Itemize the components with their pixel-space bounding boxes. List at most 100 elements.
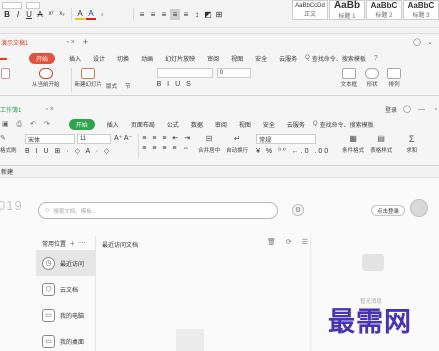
vertical-align-icons[interactable]: ≡ ≡ ≡ ⇤ ⇥ [142, 134, 192, 142]
et-search-command[interactable]: 查找命令、搜索模板 [320, 120, 374, 129]
et-search-icon[interactable]: Q [313, 121, 318, 127]
sidebar-item-label: 云文档 [60, 287, 79, 294]
more-icon[interactable]: ⋯ [79, 239, 86, 247]
align-justify-icon[interactable]: ≡ [170, 8, 180, 20]
ppt-tab-close-icon[interactable]: ▫ × [66, 39, 75, 46]
et-font-combo[interactable]: 宋体 [25, 134, 75, 144]
ppt-tab-security[interactable]: 安全 [249, 54, 273, 63]
ppt-tab-menu-icon[interactable]: ⌄ [427, 38, 433, 46]
style-heading-2[interactable]: AaBbC 标题 2 [366, 0, 402, 20]
shape-button[interactable]: 形状 [365, 68, 380, 88]
et-tab-review[interactable]: 审阅 [209, 120, 233, 129]
ppt-search-icon[interactable]: Q [305, 55, 310, 61]
home-tab[interactable]: 新建 [1, 167, 13, 176]
ppt-tab-design[interactable]: 设计 [87, 54, 111, 63]
et-start-tab[interactable]: 开始 [68, 118, 95, 130]
ppt-file-icon[interactable]: ▬ [0, 55, 7, 62]
et-tab-data[interactable]: 数据 [185, 120, 209, 129]
play-from-current-button[interactable]: 从当前开始 [32, 68, 60, 88]
bold-icon[interactable]: B [2, 9, 12, 20]
textbox-button[interactable]: 文本框 [341, 68, 357, 88]
ppt-tab-review[interactable]: 审阅 [201, 54, 225, 63]
new-slide-button[interactable]: 新建幻灯片 [75, 68, 102, 88]
shading-icon[interactable]: ◩ [203, 9, 213, 20]
add-location-icon[interactable]: + [70, 239, 75, 248]
divider [138, 134, 140, 158]
superscript-icon[interactable]: x² [46, 9, 56, 20]
login-button[interactable]: 点击登录 [371, 205, 405, 216]
ppt-font-combo[interactable] [156, 68, 213, 78]
horizontal-align-icons[interactable]: ≡ ≡ ≡ ≡ ⇔ [142, 145, 192, 152]
avatar[interactable] [410, 199, 428, 217]
et-tab-view[interactable]: 视图 [233, 120, 257, 129]
layout-button[interactable]: 版式 [106, 81, 117, 90]
number-format-combo[interactable]: 常规 [256, 134, 317, 144]
et-tab-insert[interactable]: 插入 [101, 120, 125, 129]
align-right-icon[interactable]: ≡ [159, 9, 169, 20]
ppt-tab-transition[interactable]: 切换 [111, 54, 135, 63]
et-quick-access-icons[interactable]: ▣ ⎙ ↶ ↷ [2, 120, 53, 129]
auto-wrap-button[interactable]: ↵ 自动换行 [226, 134, 248, 154]
style-normal[interactable]: AaBbCcDd 正文 [292, 0, 328, 20]
ppt-size-combo[interactable]: 0 [216, 68, 251, 78]
ppt-tab-insert[interactable]: 插入 [63, 54, 87, 63]
sidebar-item-desktop[interactable]: ▭ 我的桌面 [36, 328, 95, 351]
sum-button[interactable]: Σ 求和 [406, 134, 417, 154]
ppt-tab-cloud[interactable]: 云服务 [273, 54, 303, 63]
ppt-start-tab[interactable]: 开始 [29, 52, 56, 64]
et-avatar-icon[interactable]: ◯ [403, 105, 411, 113]
ppt-help-icon[interactable]: ? [374, 55, 378, 62]
et-login-link[interactable]: 登录 [385, 105, 397, 114]
section-button[interactable]: 节 [125, 81, 131, 90]
et-tab-cloud[interactable]: 云服务 [281, 120, 311, 129]
ppt-new-tab-icon[interactable]: + [83, 37, 88, 47]
cond-format-button[interactable]: ▦ 条件格式 [342, 134, 364, 154]
number-format-icons[interactable]: ¥ % ⁰⁰ ←.0 .00 [256, 147, 330, 155]
settings-icon[interactable]: ⚙ [292, 204, 304, 216]
list-toolbar-icons[interactable]: 🗑 ⟳ ☰ [267, 238, 312, 246]
align-left-icon[interactable]: ≡ [137, 9, 147, 20]
grow-font-icon[interactable]: A⁺ A⁻ [114, 134, 132, 144]
style-heading-1[interactable]: AaBb 标题 1 [329, 0, 365, 20]
et-tab-page-layout[interactable]: 页面布局 [125, 120, 161, 129]
et-tab-close-icon[interactable]: ▫ × [45, 106, 54, 113]
format-painter-button[interactable]: 格式刷 [0, 146, 24, 154]
et-size-combo[interactable]: 11 [77, 134, 111, 144]
distribute-icon[interactable]: ≡ [181, 9, 191, 20]
shape-icon [365, 68, 380, 79]
border-icon[interactable]: ⊞ [214, 9, 224, 20]
minimize-icon[interactable]: — [418, 106, 425, 113]
paste-icon[interactable] [1, 68, 10, 79]
highlight-icon[interactable]: A [75, 9, 85, 20]
brush-icon[interactable]: ✎ [0, 134, 24, 142]
ppt-tab-slideshow[interactable]: 幻灯片放映 [159, 54, 201, 63]
et-format-icons[interactable]: B I U ⊞ · ◇ A · ◇ [25, 147, 132, 155]
italic-icon[interactable]: I [13, 9, 23, 20]
et-tab-security[interactable]: 安全 [257, 120, 281, 129]
sigma-icon: Σ [408, 134, 415, 144]
strikethrough-icon[interactable]: A [35, 9, 45, 20]
arrange-button[interactable]: 排列 [387, 68, 402, 88]
sidebar-item-computer[interactable]: ▭ 我的电脑 [36, 302, 95, 328]
ppt-tab-animation[interactable]: 动画 [135, 54, 159, 63]
search-input[interactable]: ○ 搜索文档、模板... [38, 202, 278, 219]
sidebar-item-recent[interactable]: ◷ 最近访问 [36, 250, 95, 276]
et-tab-formula[interactable]: 公式 [161, 120, 185, 129]
merge-center-button[interactable]: ⊟ 合并居中 [198, 134, 220, 154]
font-color-icon[interactable]: A [86, 9, 96, 20]
line-spacing-icon[interactable]: ↕ [192, 9, 202, 20]
underline-icon[interactable]: U [24, 9, 34, 20]
ppt-tab-view[interactable]: 视图 [225, 54, 249, 63]
char-border-icon[interactable]: ▫ [97, 9, 107, 20]
table-style-button[interactable]: ▤ 表格样式 [370, 134, 392, 154]
ppt-format-icons[interactable]: B I U S [157, 81, 213, 88]
align-center-icon[interactable]: ≡ [148, 9, 158, 20]
subscript-icon[interactable]: x₂ [57, 9, 67, 20]
style-heading-3[interactable]: AaBbC 标题 3 [403, 0, 439, 20]
et-doc-tab[interactable]: 工作簿1 [0, 105, 21, 114]
restore-icon[interactable]: ▫ [435, 106, 437, 113]
sidebar-item-cloud[interactable]: ⬡ 云文档 [36, 276, 95, 302]
ppt-search-command[interactable]: 查找命令、搜索模板 [312, 54, 366, 63]
ppt-avatar-icon[interactable]: ◯ [413, 38, 421, 46]
ppt-doc-tab[interactable]: 演示文稿1 [1, 38, 28, 47]
